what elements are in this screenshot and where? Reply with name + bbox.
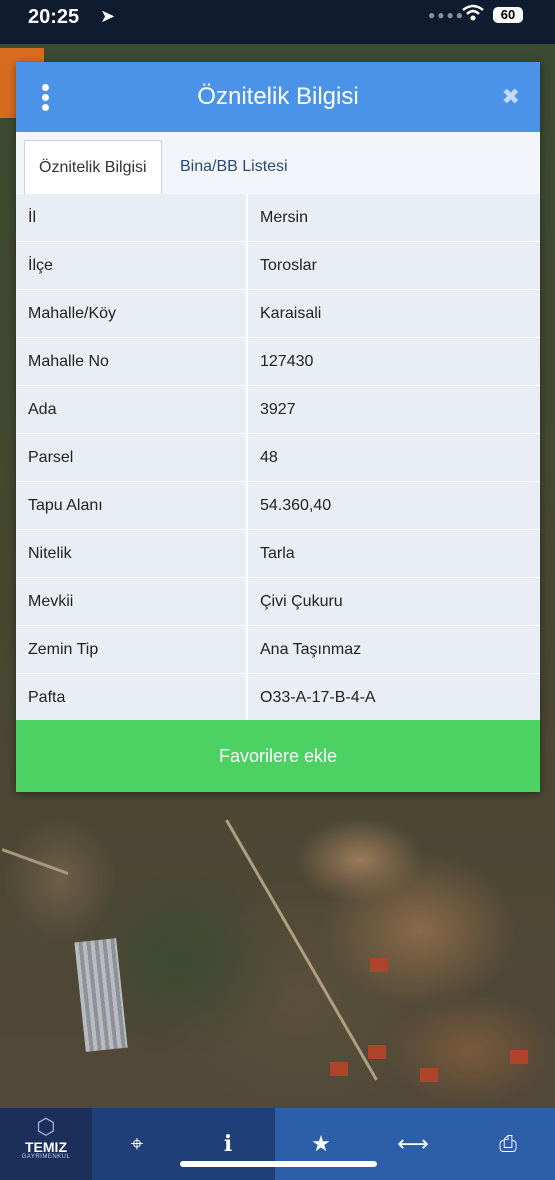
row-key: Mahalle/Köy [16, 290, 248, 337]
home-indicator [180, 1161, 377, 1167]
row-value: Karaisali [248, 290, 540, 337]
logo-brand: TEMIZ [25, 1139, 67, 1155]
table-row: Pafta O33-A-17-B-4-A [16, 674, 540, 722]
status-time: 20:25 [28, 6, 80, 28]
table-row: Mevkii Çivi Çukuru [16, 578, 540, 626]
company-logo: ⬡ TEMIZ GAYRIMENKUL [0, 1108, 92, 1180]
row-value: 48 [248, 434, 540, 481]
crosshair-icon[interactable]: ⌖ [117, 1126, 157, 1162]
row-key: Zemin Tip [16, 626, 248, 673]
row-key: İl [16, 194, 248, 241]
tab-bar: Öznitelik Bilgisi Bina/BB Listesi [16, 132, 540, 196]
row-value: O33-A-17-B-4-A [248, 674, 540, 721]
row-key: Mevkii [16, 578, 248, 625]
row-value: Tarla [248, 530, 540, 577]
attribute-table: İl Mersin İlçe Toroslar Mahalle/Köy Karaisa… [16, 194, 540, 722]
tab-building-list[interactable]: Bina/BB Listesi [166, 140, 302, 194]
battery-icon: 60 [493, 7, 523, 23]
table-row: İlçe Toroslar [16, 242, 540, 290]
logo-subtitle: GAYRIMENKUL [21, 1154, 71, 1160]
row-value: Toroslar [248, 242, 540, 289]
map-roof [330, 1062, 348, 1076]
row-key: Parsel [16, 434, 248, 481]
map-roof [510, 1050, 528, 1064]
print-icon[interactable]: ⎙ [488, 1126, 528, 1162]
row-value: 54.360,40 [248, 482, 540, 529]
status-bar: 20:25 ➤ ●●●● 60 [0, 0, 555, 44]
table-row: İl Mersin [16, 194, 540, 242]
row-value: Ana Taşınmaz [248, 626, 540, 673]
map-road [1, 848, 69, 875]
map-building [74, 938, 128, 1052]
table-row: Mahalle No 127430 [16, 338, 540, 386]
table-row: Nitelik Tarla [16, 530, 540, 578]
dialog-title: Öznitelik Bilgisi [197, 83, 359, 110]
map-roof [370, 958, 388, 972]
row-value: 127430 [248, 338, 540, 385]
wifi-icon [462, 4, 484, 28]
attribute-dialog: Öznitelik Bilgisi ✖ Öznitelik Bilgisi Bi… [16, 62, 540, 792]
close-icon[interactable]: ✖ [502, 62, 520, 132]
row-key: Ada [16, 386, 248, 433]
row-value: 3927 [248, 386, 540, 433]
map-roof [368, 1045, 386, 1059]
add-favorite-button[interactable]: Favorilere ekle [16, 720, 540, 792]
location-arrow-icon: ➤ [100, 6, 116, 26]
table-row: Ada 3927 [16, 386, 540, 434]
row-value: Mersin [248, 194, 540, 241]
bottom-toolbar: ⬡ TEMIZ GAYRIMENKUL ⌖ i ★ ⟷ ⎙ [0, 1108, 555, 1180]
menu-dots-icon[interactable] [40, 84, 50, 111]
row-key: Nitelik [16, 530, 248, 577]
map-roof [420, 1068, 438, 1082]
row-key: Mahalle No [16, 338, 248, 385]
star-icon[interactable]: ★ [301, 1126, 341, 1162]
table-row: Parsel 48 [16, 434, 540, 482]
dialog-header: Öznitelik Bilgisi ✖ [16, 62, 540, 132]
table-row: Mahalle/Köy Karaisali [16, 290, 540, 338]
row-key: Pafta [16, 674, 248, 721]
tab-attribute-info[interactable]: Öznitelik Bilgisi [24, 140, 162, 196]
logo-mark-icon: ⬡ [36, 1114, 56, 1139]
row-key: İlçe [16, 242, 248, 289]
map-road [225, 819, 378, 1081]
measure-icon[interactable]: ⟷ [393, 1126, 433, 1162]
row-key: Tapu Alanı [16, 482, 248, 529]
table-row: Tapu Alanı 54.360,40 [16, 482, 540, 530]
signal-dots-icon: ●●●● [428, 8, 465, 22]
info-icon[interactable]: i [208, 1126, 248, 1162]
row-value: Çivi Çukuru [248, 578, 540, 625]
table-row: Zemin Tip Ana Taşınmaz [16, 626, 540, 674]
